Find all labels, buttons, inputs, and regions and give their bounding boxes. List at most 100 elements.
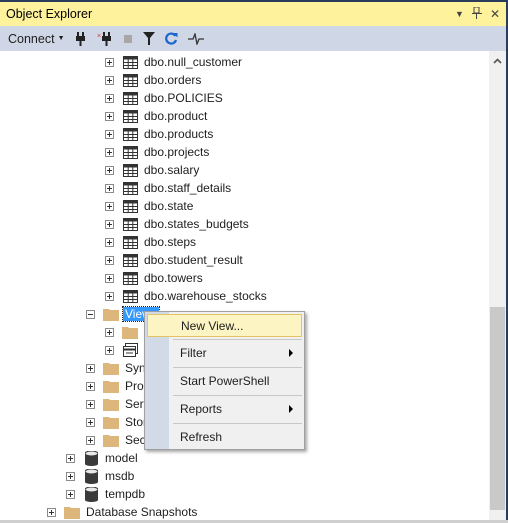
tree-node-database[interactable]: model [66, 449, 140, 467]
expand-icon[interactable] [105, 327, 114, 337]
stop-icon[interactable] [123, 34, 133, 44]
expand-icon[interactable] [105, 273, 114, 283]
expand-icon[interactable] [86, 435, 95, 445]
pin-icon[interactable] [471, 6, 482, 21]
tree-node-table[interactable]: dbo.salary [105, 161, 201, 179]
tree-node-table[interactable]: dbo.products [105, 125, 215, 143]
tree-node-database-snapshots[interactable]: Database Snapshots [47, 503, 199, 520]
toolbar: Connect ▼ × [0, 26, 506, 51]
connect-object-icon[interactable] [75, 31, 87, 46]
submenu-arrow-icon [289, 349, 293, 357]
expand-icon[interactable] [66, 489, 75, 499]
tree-node-label: model [105, 451, 138, 465]
tree-node-table[interactable]: dbo.state [105, 197, 195, 215]
collapse-icon[interactable] [86, 309, 95, 319]
menu-item-start-powershell[interactable]: Start PowerShell [147, 369, 302, 392]
expand-icon[interactable] [105, 291, 114, 301]
folder-icon [103, 415, 119, 429]
menu-item-filter[interactable]: Filter [147, 341, 302, 364]
tree-node-label: dbo.orders [144, 73, 202, 87]
menu-item-label: New View... [181, 318, 244, 333]
expand-icon[interactable] [105, 183, 114, 193]
menu-item-label: Refresh [180, 429, 223, 444]
table-icon [122, 271, 138, 285]
window-position-dropdown-icon[interactable]: ▼ [455, 9, 464, 19]
table-icon [122, 289, 138, 303]
tree-node-table[interactable]: dbo.product [105, 107, 209, 125]
expand-icon[interactable] [66, 471, 75, 481]
folder-icon [122, 325, 138, 339]
table-icon [122, 73, 138, 87]
table-icon [122, 235, 138, 249]
tree-node-label: dbo.product [144, 109, 208, 123]
tree-node-table[interactable]: dbo.null_customer [105, 53, 244, 71]
expand-icon[interactable] [105, 345, 114, 355]
tree-node-label: msdb [105, 469, 135, 483]
vertical-scrollbar[interactable] [489, 51, 506, 520]
panel-titlebar: Object Explorer ▼ ✕ [0, 2, 506, 26]
table-icon [122, 91, 138, 105]
tree-node-table[interactable]: dbo.steps [105, 233, 198, 251]
database-icon [83, 468, 99, 484]
tree-node-table[interactable]: dbo.towers [105, 269, 205, 287]
tree-node-table[interactable]: dbo.student_result [105, 251, 245, 269]
menu-item-reports[interactable]: Reports [147, 397, 302, 420]
tree-node-table[interactable]: dbo.POLICIES [105, 89, 225, 107]
object-explorer-panel: Object Explorer ▼ ✕ Connect ▼ × dbo.null… [0, 0, 508, 523]
database-icon [83, 450, 99, 466]
expand-icon[interactable] [86, 399, 95, 409]
expand-icon[interactable] [105, 201, 114, 211]
tree-node-label: dbo.staff_details [144, 181, 232, 195]
folder-icon [103, 307, 119, 321]
scroll-up-arrow-icon[interactable] [489, 55, 506, 67]
tree-node-label: dbo.student_result [144, 253, 243, 267]
activity-monitor-icon[interactable] [187, 32, 204, 45]
expand-icon[interactable] [105, 93, 114, 103]
table-icon [122, 163, 138, 177]
folder-icon [103, 433, 119, 447]
filter-icon[interactable] [142, 32, 155, 45]
expand-icon[interactable] [105, 255, 114, 265]
table-icon [122, 109, 138, 123]
tree-node-label: dbo.projects [144, 145, 210, 159]
tree-node-table[interactable]: dbo.staff_details [105, 179, 233, 197]
chevron-down-icon: ▼ [57, 35, 65, 42]
expand-icon[interactable] [47, 507, 56, 517]
expand-icon[interactable] [86, 363, 95, 373]
tree-node-table[interactable]: dbo.warehouse_stocks [105, 287, 269, 305]
tree-node-database[interactable]: tempdb [66, 485, 147, 503]
expand-icon[interactable] [105, 219, 114, 229]
tree-node-label: tempdb [105, 487, 146, 501]
tree-node-label: dbo.states_budgets [144, 217, 249, 231]
expand-icon[interactable] [105, 57, 114, 67]
tree-node-table[interactable]: dbo.states_budgets [105, 215, 251, 233]
menu-separator [173, 423, 302, 424]
expand-icon[interactable] [105, 147, 114, 157]
refresh-icon[interactable] [164, 32, 178, 45]
tree-node-table[interactable]: dbo.orders [105, 71, 203, 89]
connect-button[interactable]: Connect ▼ [8, 32, 65, 46]
expand-icon[interactable] [105, 129, 114, 139]
close-icon[interactable]: ✕ [490, 8, 500, 20]
menu-item-label: Start PowerShell [180, 373, 270, 388]
view-icon [122, 343, 138, 357]
folder-icon [103, 397, 119, 411]
expand-icon[interactable] [86, 417, 95, 427]
expand-icon[interactable] [105, 111, 114, 121]
expand-icon[interactable] [66, 453, 75, 463]
tree-node-label: dbo.towers [144, 271, 203, 285]
menu-separator [173, 339, 302, 340]
table-icon [122, 145, 138, 159]
disconnect-icon[interactable]: × [97, 31, 113, 46]
menu-item-new-view[interactable]: New View... [147, 314, 302, 337]
tree-node-database[interactable]: msdb [66, 467, 136, 485]
expand-icon[interactable] [86, 381, 95, 391]
expand-icon[interactable] [105, 165, 114, 175]
tree-node-table[interactable]: dbo.projects [105, 143, 211, 161]
expand-icon[interactable] [105, 75, 114, 85]
scrollbar-thumb[interactable] [490, 307, 505, 510]
expand-icon[interactable] [105, 237, 114, 247]
table-icon [122, 199, 138, 213]
table-icon [122, 181, 138, 195]
menu-item-refresh[interactable]: Refresh [147, 425, 302, 448]
